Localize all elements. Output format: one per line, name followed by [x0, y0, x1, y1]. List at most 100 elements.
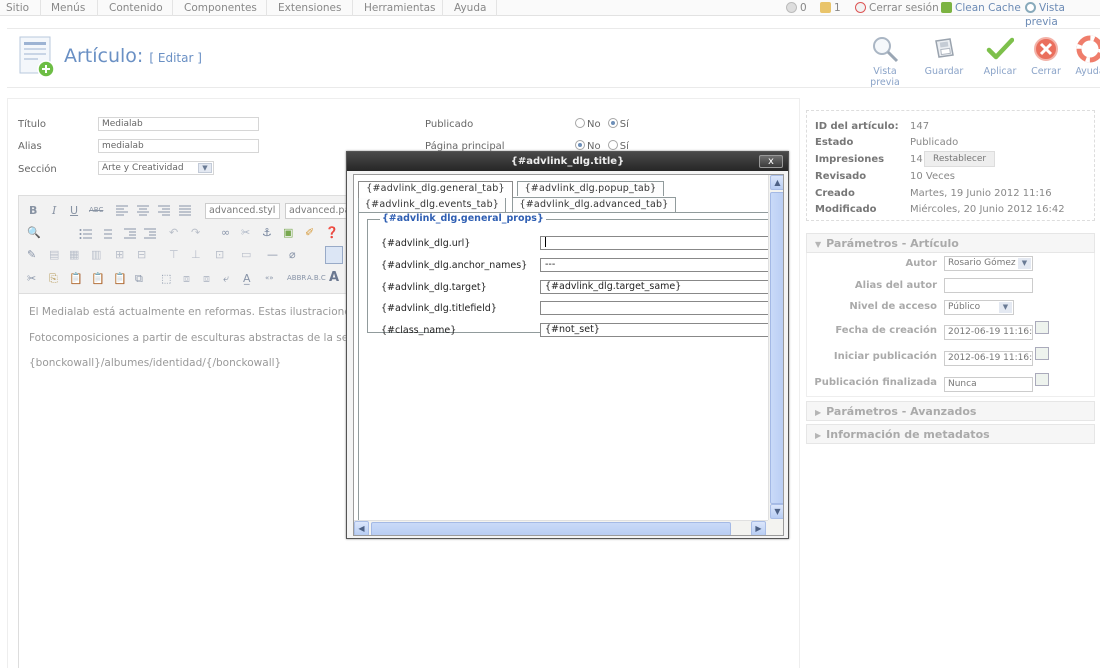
metadata-toggle[interactable]: ▶ Información de metadatos	[806, 424, 1095, 444]
outdent-icon[interactable]	[123, 228, 137, 240]
anchor-icon[interactable]: ⚓	[262, 226, 272, 239]
scroll-up-icon[interactable]: ▲	[770, 175, 783, 190]
acronym-icon[interactable]: A.B.C	[307, 274, 326, 282]
style-props-icon[interactable]: A̲	[243, 272, 251, 285]
unlink-icon[interactable]: ✂	[241, 226, 250, 239]
scroll-down-icon[interactable]: ▼	[770, 504, 783, 519]
published-yes-radio[interactable]	[607, 118, 618, 128]
users-status[interactable]: 1	[820, 1, 841, 15]
frontpage-no-radio[interactable]	[575, 140, 585, 150]
merge-cells-icon[interactable]: ▭	[241, 248, 251, 261]
clean-cache-link[interactable]: Clean Cache	[941, 1, 1021, 15]
preview-button[interactable]: Vista previa	[858, 35, 912, 88]
absolute-icon[interactable]: ⤶	[223, 272, 229, 286]
menu-componentes[interactable]: Componentes	[184, 1, 257, 15]
tab-advanced[interactable]: {#advlink_dlg.advanced_tab}	[512, 197, 676, 212]
menu-menus[interactable]: Menús	[51, 1, 85, 15]
save-button[interactable]: Guardar	[917, 35, 971, 77]
alias-input[interactable]: medialab	[98, 139, 259, 153]
tab-popup[interactable]: {#advlink_dlg.popup_tab}	[517, 181, 664, 196]
calendar-icon[interactable]	[1035, 373, 1049, 386]
image-icon[interactable]: ▣	[283, 226, 293, 239]
tab-general[interactable]: {#advlink_dlg.general_tab}	[358, 181, 513, 198]
redo-icon[interactable]: ↷	[191, 226, 200, 239]
layer-icon[interactable]: ⬚	[161, 272, 171, 285]
published-no-radio[interactable]	[575, 118, 585, 128]
reset-hits-button[interactable]: Restablecer	[924, 151, 996, 167]
remove-format-icon[interactable]: ⌀	[289, 248, 296, 261]
vertical-scroll-thumb[interactable]	[770, 192, 783, 504]
titlefield-input[interactable]	[540, 301, 783, 315]
align-justify-icon[interactable]	[178, 205, 192, 217]
params-article-toggle[interactable]: ▼ Parámetros - Artículo	[806, 233, 1095, 253]
bold-icon[interactable]: B	[29, 204, 37, 217]
publish-end-input[interactable]: Nunca	[944, 377, 1033, 392]
dialog-close-button[interactable]: x	[759, 155, 783, 168]
cite-icon[interactable]: «»	[265, 274, 274, 282]
move-forward-icon[interactable]: ⧈	[183, 272, 190, 286]
section-select[interactable]: Arte y Creatividad ▼	[98, 161, 214, 175]
font-color-icon[interactable]: A	[329, 270, 339, 285]
row-props-icon[interactable]: ▦	[69, 248, 79, 261]
underline-icon[interactable]: U	[70, 204, 78, 217]
preview-link[interactable]: Vista previa	[1025, 1, 1100, 28]
table-icon[interactable]: ▤	[49, 248, 59, 261]
split-cells-icon[interactable]: ⊡	[215, 248, 224, 261]
find-icon[interactable]: 🔍	[27, 226, 41, 239]
paragraph-select[interactable]: advanced.par	[285, 203, 354, 219]
edit-css-icon[interactable]: ✎	[27, 248, 36, 261]
menu-sitio[interactable]: Sitio	[6, 1, 29, 15]
paste-word-icon[interactable]: 📋	[113, 272, 127, 285]
anchor-names-select[interactable]: ---	[540, 258, 783, 272]
cleanup-icon[interactable]: ✐	[305, 226, 314, 239]
horizontal-scroll-thumb[interactable]	[371, 522, 731, 535]
help-button[interactable]: Ayuda	[1063, 35, 1100, 77]
content-editor[interactable]: B I U ABC advanced.styl advanced.par 🔍 ↶…	[18, 195, 377, 668]
italic-icon[interactable]: I	[52, 204, 56, 217]
abbr-icon[interactable]: ABBR	[287, 274, 306, 282]
menu-contenido[interactable]: Contenido	[109, 1, 163, 15]
copy-icon[interactable]: ⎘	[49, 272, 58, 286]
created-date-input[interactable]: 2012-06-19 11:16:46	[944, 325, 1033, 340]
help-icon[interactable]: ❓	[325, 226, 339, 239]
indent-icon[interactable]	[143, 228, 157, 240]
scroll-left-icon[interactable]: ◀	[354, 521, 369, 535]
bullet-list-icon[interactable]	[79, 228, 93, 240]
frontpage-yes-radio[interactable]	[607, 140, 618, 150]
align-left-icon[interactable]	[115, 205, 129, 217]
calendar-icon[interactable]	[1035, 347, 1049, 360]
horizontal-rule-icon[interactable]: —	[267, 248, 278, 261]
class-name-select[interactable]: {#not_set}	[540, 323, 783, 337]
menu-ayuda[interactable]: Ayuda	[454, 1, 486, 15]
menu-extensiones[interactable]: Extensiones	[278, 1, 341, 15]
tab-events[interactable]: {#advlink_dlg.events_tab}	[358, 197, 506, 212]
paste-icon[interactable]: 📋	[69, 272, 83, 285]
target-select[interactable]: {#advlink_dlg.target_same}	[540, 280, 783, 294]
paste-text-icon[interactable]: 📋	[91, 272, 105, 285]
title-input[interactable]: Medialab	[98, 117, 259, 131]
move-backward-icon[interactable]: ⧈	[203, 272, 210, 286]
cell-props-icon[interactable]: ▥	[91, 248, 101, 261]
url-input[interactable]	[540, 236, 783, 250]
scroll-right-icon[interactable]: ▶	[751, 521, 766, 535]
messages-status[interactable]: 0	[786, 1, 807, 15]
undo-icon[interactable]: ↶	[169, 226, 178, 239]
access-level-select[interactable]: Público ▼	[944, 300, 1014, 315]
cut-icon[interactable]: ✂	[27, 272, 36, 285]
link-icon[interactable]: ∞	[221, 226, 230, 239]
insert-row-icon[interactable]: ⊞	[115, 248, 124, 261]
align-right-icon[interactable]	[157, 205, 171, 217]
align-center-icon[interactable]	[136, 205, 150, 217]
insert-col-icon[interactable]: ⊤	[169, 248, 179, 261]
author-select[interactable]: Rosario Gómez ▼	[944, 256, 1033, 271]
delete-row-icon[interactable]: ⊟	[137, 248, 146, 261]
dialog-vertical-scrollbar[interactable]: ▲ ▼	[768, 175, 783, 520]
calendar-icon[interactable]	[1035, 321, 1049, 334]
dialog-horizontal-scrollbar[interactable]: ◀ ▶	[354, 520, 768, 535]
publish-start-input[interactable]: 2012-06-19 11:16:46	[944, 351, 1033, 366]
params-advanced-toggle[interactable]: ▶ Parámetros - Avanzados	[806, 401, 1095, 421]
menu-herramientas[interactable]: Herramientas	[364, 1, 436, 15]
logout-link[interactable]: Cerrar sesión	[855, 1, 939, 15]
author-alias-input[interactable]	[944, 278, 1033, 293]
strikethrough-icon[interactable]: ABC	[89, 206, 103, 214]
